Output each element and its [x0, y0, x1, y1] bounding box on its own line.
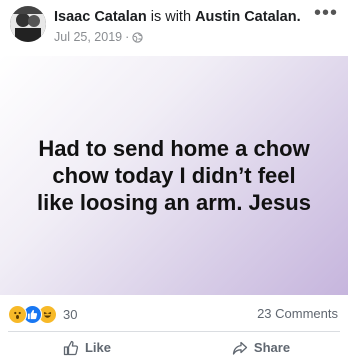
connector-text: is with [150, 9, 192, 25]
comments-count[interactable]: 23 Comments [257, 306, 338, 321]
post-meta: Jul 25, 2019 · [54, 30, 143, 44]
post-actions: Like Share [0, 334, 348, 356]
more-options-button[interactable]: ••• [314, 3, 338, 23]
meta-separator: · [125, 30, 130, 44]
post-date[interactable]: Jul 25, 2019 [54, 30, 122, 44]
post-header: Isaac Catalan is with Austin Catalan. Ju… [0, 0, 348, 56]
globe-icon [132, 31, 143, 43]
divider [8, 331, 340, 332]
tagged-user[interactable]: Austin Catalan. [195, 9, 301, 25]
avatar[interactable] [10, 6, 46, 42]
reaction-count: 30 [63, 306, 78, 322]
author-line: Isaac Catalan is with Austin Catalan. [54, 9, 301, 25]
post-image-text: Had to send home a chow chow today I did… [37, 136, 311, 215]
wow-reaction-icon [8, 304, 27, 324]
reactions-summary[interactable]: 30 [8, 303, 77, 325]
share-button[interactable]: Share [174, 334, 348, 355]
thumbs-up-icon [63, 340, 79, 356]
post-image[interactable]: Had to send home a chow chow today I did… [0, 56, 348, 295]
author-name[interactable]: Isaac Catalan [54, 9, 147, 25]
like-button[interactable]: Like [0, 334, 174, 356]
share-icon [232, 341, 248, 355]
avatar-image [10, 6, 46, 42]
